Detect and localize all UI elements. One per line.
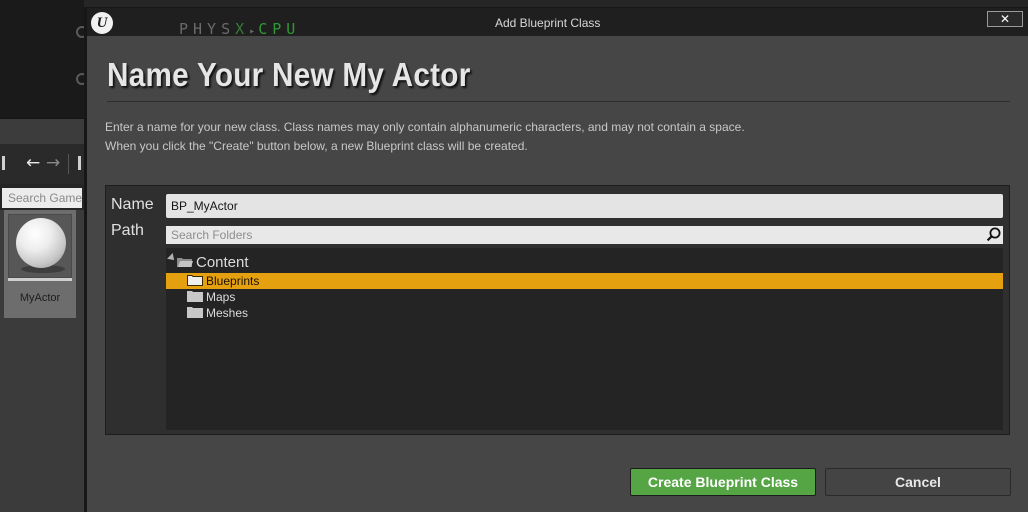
class-name-input[interactable]: BP_MyActor	[166, 194, 1003, 218]
path-label: Path	[111, 222, 144, 239]
description-line-1: Enter a name for your new class. Class n…	[105, 120, 745, 134]
create-blueprint-class-button[interactable]: Create Blueprint Class	[630, 468, 816, 496]
folder-icon	[187, 275, 203, 286]
editor-background-panel	[0, 0, 84, 118]
asset-name: MyActor	[19, 292, 61, 304]
tree-row-content[interactable]: Content	[166, 253, 1003, 271]
tree-row-blueprints[interactable]: Blueprints	[166, 273, 1003, 289]
toolbar-divider	[68, 154, 69, 174]
cancel-button[interactable]: Cancel	[825, 468, 1011, 496]
folder-label-meshes: Meshes	[206, 306, 249, 320]
folder-tree: Content Blueprints Maps Meshes	[166, 248, 1003, 430]
physx-cpu-badge: PHYSX▸CPU	[179, 20, 300, 38]
sphere-icon	[16, 218, 66, 268]
content-browser-toolbar	[0, 144, 84, 184]
back-arrow-icon[interactable]: ←	[26, 154, 40, 172]
search-icon[interactable]	[986, 227, 1001, 242]
physx-x-text: X	[235, 20, 250, 38]
content-search-input[interactable]: Search Game	[2, 188, 82, 208]
physx-cpu-text: CPU	[258, 20, 301, 38]
folder-label-maps: Maps	[206, 290, 236, 304]
physx-arrow-icon: ▸	[249, 26, 259, 37]
dialog-titlebar[interactable]: U PHYSX▸CPU Add Blueprint Class ✕	[87, 8, 1028, 38]
tree-row-meshes[interactable]: Meshes	[166, 305, 1003, 321]
folder-label-content: Content	[196, 254, 249, 271]
dialog-heading: Name Your New My Actor	[107, 56, 471, 93]
toolbar-divider	[78, 156, 81, 170]
unreal-logo-icon: U	[91, 12, 113, 34]
editor-screen: ← → Search Game MyActor U PHYSX▸CPU Add …	[0, 0, 1028, 512]
asset-tile[interactable]: MyActor	[4, 210, 76, 318]
folder-label-blueprints: Blueprints	[206, 274, 260, 288]
class-settings-panel: Name BP_MyActor Path Search Folders Cont…	[105, 185, 1010, 435]
close-icon[interactable]: ✕	[987, 11, 1023, 27]
folder-icon	[187, 291, 203, 302]
folder-icon	[187, 307, 203, 318]
add-blueprint-class-dialog: U PHYSX▸CPU Add Blueprint Class ✕ Name Y…	[84, 7, 1028, 512]
panel-tab-strip	[0, 118, 84, 144]
folder-open-icon	[177, 258, 193, 267]
window-title: Add Blueprint Class	[495, 16, 601, 30]
physx-text: PHYS	[179, 20, 236, 38]
toolbar-divider	[2, 156, 5, 170]
description-line-2: When you click the "Create" button below…	[105, 139, 528, 153]
asset-type-bar	[8, 278, 72, 281]
folder-search-placeholder: Search Folders	[171, 228, 253, 242]
forward-arrow-icon[interactable]: →	[46, 154, 60, 172]
name-label: Name	[111, 196, 154, 213]
folder-search-input[interactable]: Search Folders	[166, 226, 1003, 244]
tree-row-maps[interactable]: Maps	[166, 289, 1003, 305]
expand-caret-icon[interactable]	[167, 253, 177, 263]
asset-thumbnail	[8, 214, 72, 278]
heading-divider	[107, 101, 1010, 102]
